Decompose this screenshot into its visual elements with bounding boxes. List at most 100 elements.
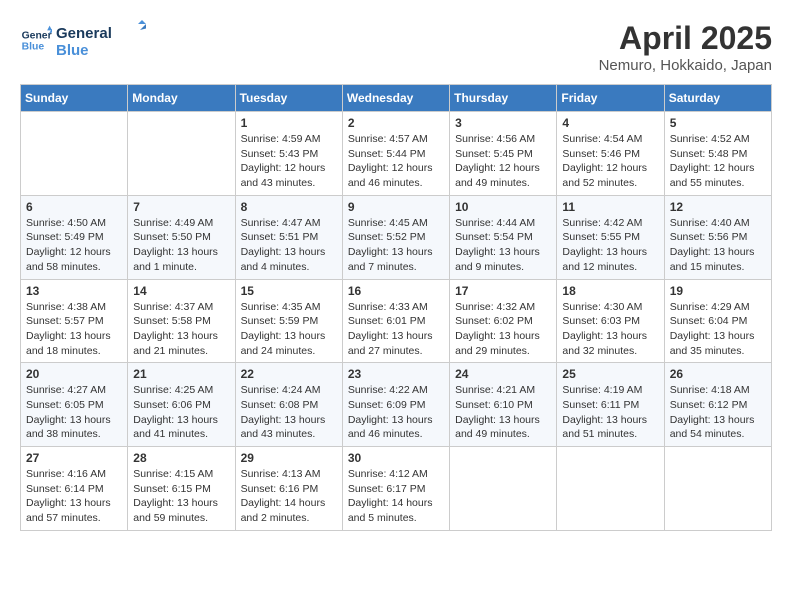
calendar-week-row: 27Sunrise: 4:16 AMSunset: 6:14 PMDayligh…: [21, 447, 772, 531]
day-number: 25: [562, 367, 658, 381]
day-number: 11: [562, 200, 658, 214]
day-number: 15: [241, 284, 337, 298]
empty-cell: [21, 112, 128, 196]
cell-content: Sunrise: 4:45 AM: [348, 216, 444, 231]
cell-content: Daylight: 12 hours and 49 minutes.: [455, 161, 551, 190]
calendar-week-row: 20Sunrise: 4:27 AMSunset: 6:05 PMDayligh…: [21, 363, 772, 447]
calendar-week-row: 13Sunrise: 4:38 AMSunset: 5:57 PMDayligh…: [21, 279, 772, 363]
cell-content: Daylight: 12 hours and 46 minutes.: [348, 161, 444, 190]
day-number: 22: [241, 367, 337, 381]
cell-content: Sunrise: 4:57 AM: [348, 132, 444, 147]
cell-content: Sunset: 6:15 PM: [133, 482, 229, 497]
calendar-day-cell: 21Sunrise: 4:25 AMSunset: 6:06 PMDayligh…: [128, 363, 235, 447]
day-number: 3: [455, 116, 551, 130]
cell-content: Sunrise: 4:37 AM: [133, 300, 229, 315]
calendar-day-cell: 2 Sunrise: 4:57 AMSunset: 5:44 PMDaylight…: [342, 112, 449, 196]
day-number: 23: [348, 367, 444, 381]
weekday-header-friday: Friday: [557, 85, 664, 112]
cell-content: Sunrise: 4:32 AM: [455, 300, 551, 315]
svg-text:General: General: [22, 30, 52, 41]
cell-content: Sunrise: 4:35 AM: [241, 300, 337, 315]
calendar-week-row: 6Sunrise: 4:50 AMSunset: 5:49 PMDaylight…: [21, 195, 772, 279]
cell-content: Daylight: 13 hours and 46 minutes.: [348, 413, 444, 442]
weekday-header-wednesday: Wednesday: [342, 85, 449, 112]
cell-content: Sunrise: 4:33 AM: [348, 300, 444, 315]
day-number: 30: [348, 451, 444, 465]
cell-content: Sunrise: 4:59 AM: [241, 132, 337, 147]
calendar-day-cell: 24Sunrise: 4:21 AMSunset: 6:10 PMDayligh…: [450, 363, 557, 447]
cell-content: Daylight: 13 hours and 29 minutes.: [455, 329, 551, 358]
day-number: 5: [670, 116, 766, 130]
day-number: 28: [133, 451, 229, 465]
cell-content: Daylight: 14 hours and 2 minutes.: [241, 496, 337, 525]
cell-content: Sunrise: 4:19 AM: [562, 383, 658, 398]
cell-content: Sunset: 5:48 PM: [670, 147, 766, 162]
calendar-day-cell: 3Sunrise: 4:56 AMSunset: 5:45 PMDaylight…: [450, 112, 557, 196]
cell-content: Sunset: 6:06 PM: [133, 398, 229, 413]
cell-content: Sunset: 5:59 PM: [241, 314, 337, 329]
cell-content: Daylight: 13 hours and 9 minutes.: [455, 245, 551, 274]
day-number: 24: [455, 367, 551, 381]
cell-content: Sunset: 5:55 PM: [562, 230, 658, 245]
cell-content: Sunrise: 4:44 AM: [455, 216, 551, 231]
empty-cell: [450, 447, 557, 531]
day-number: 6: [26, 200, 122, 214]
calendar-day-cell: 22Sunrise: 4:24 AMSunset: 6:08 PMDayligh…: [235, 363, 342, 447]
calendar-day-cell: 7Sunrise: 4:49 AMSunset: 5:50 PMDaylight…: [128, 195, 235, 279]
cell-content: Sunset: 6:17 PM: [348, 482, 444, 497]
cell-content: Daylight: 13 hours and 7 minutes.: [348, 245, 444, 274]
cell-content: Sunrise: 4:54 AM: [562, 132, 658, 147]
day-number: 19: [670, 284, 766, 298]
cell-content: Sunrise: 4:16 AM: [26, 467, 122, 482]
cell-content: Daylight: 13 hours and 43 minutes.: [241, 413, 337, 442]
cell-content: Daylight: 14 hours and 5 minutes.: [348, 496, 444, 525]
day-number: 17: [455, 284, 551, 298]
day-number: 16: [348, 284, 444, 298]
calendar-table: SundayMondayTuesdayWednesdayThursdayFrid…: [20, 84, 772, 531]
calendar-day-cell: 13Sunrise: 4:38 AMSunset: 5:57 PMDayligh…: [21, 279, 128, 363]
cell-content: Sunrise: 4:49 AM: [133, 216, 229, 231]
day-number: 18: [562, 284, 658, 298]
calendar-day-cell: 29Sunrise: 4:13 AMSunset: 6:16 PMDayligh…: [235, 447, 342, 531]
cell-content: Sunset: 6:04 PM: [670, 314, 766, 329]
day-number: 1: [241, 116, 337, 130]
cell-content: Sunrise: 4:29 AM: [670, 300, 766, 315]
empty-cell: [128, 112, 235, 196]
cell-content: Sunrise: 4:13 AM: [241, 467, 337, 482]
cell-content: Sunrise: 4:40 AM: [670, 216, 766, 231]
cell-content: Sunset: 6:09 PM: [348, 398, 444, 413]
cell-content: Sunset: 6:14 PM: [26, 482, 122, 497]
cell-content: Sunset: 5:43 PM: [241, 147, 337, 162]
cell-content: Sunset: 6:16 PM: [241, 482, 337, 497]
weekday-header-saturday: Saturday: [664, 85, 771, 112]
day-number: 14: [133, 284, 229, 298]
cell-content: Daylight: 12 hours and 52 minutes.: [562, 161, 658, 190]
cell-content: Sunset: 6:03 PM: [562, 314, 658, 329]
cell-content: Daylight: 13 hours and 24 minutes.: [241, 329, 337, 358]
day-number: 2: [348, 116, 444, 130]
cell-content: Daylight: 13 hours and 12 minutes.: [562, 245, 658, 274]
logo-svg: General Blue: [56, 20, 146, 60]
cell-content: Sunrise: 4:47 AM: [241, 216, 337, 231]
cell-content: Sunrise: 4:52 AM: [670, 132, 766, 147]
cell-content: Sunset: 5:58 PM: [133, 314, 229, 329]
cell-content: Daylight: 13 hours and 41 minutes.: [133, 413, 229, 442]
calendar-day-cell: 9Sunrise: 4:45 AMSunset: 5:52 PMDaylight…: [342, 195, 449, 279]
cell-content: Daylight: 13 hours and 59 minutes.: [133, 496, 229, 525]
weekday-header-sunday: Sunday: [21, 85, 128, 112]
calendar-day-cell: 16Sunrise: 4:33 AMSunset: 6:01 PMDayligh…: [342, 279, 449, 363]
calendar-day-cell: 1Sunrise: 4:59 AMSunset: 5:43 PMDaylight…: [235, 112, 342, 196]
cell-content: Sunset: 5:44 PM: [348, 147, 444, 162]
weekday-header-row: SundayMondayTuesdayWednesdayThursdayFrid…: [21, 85, 772, 112]
cell-content: Sunrise: 4:12 AM: [348, 467, 444, 482]
calendar-day-cell: 6Sunrise: 4:50 AMSunset: 5:49 PMDaylight…: [21, 195, 128, 279]
calendar-day-cell: 26Sunrise: 4:18 AMSunset: 6:12 PMDayligh…: [664, 363, 771, 447]
cell-content: Sunset: 5:52 PM: [348, 230, 444, 245]
cell-content: Sunrise: 4:24 AM: [241, 383, 337, 398]
day-number: 26: [670, 367, 766, 381]
cell-content: Daylight: 13 hours and 1 minute.: [133, 245, 229, 274]
calendar-day-cell: 15 Sunrise: 4:35 AMSunset: 5:59 PMDayligh…: [235, 279, 342, 363]
cell-content: Daylight: 13 hours and 57 minutes.: [26, 496, 122, 525]
calendar-day-cell: 20Sunrise: 4:27 AMSunset: 6:05 PMDayligh…: [21, 363, 128, 447]
day-number: 4: [562, 116, 658, 130]
